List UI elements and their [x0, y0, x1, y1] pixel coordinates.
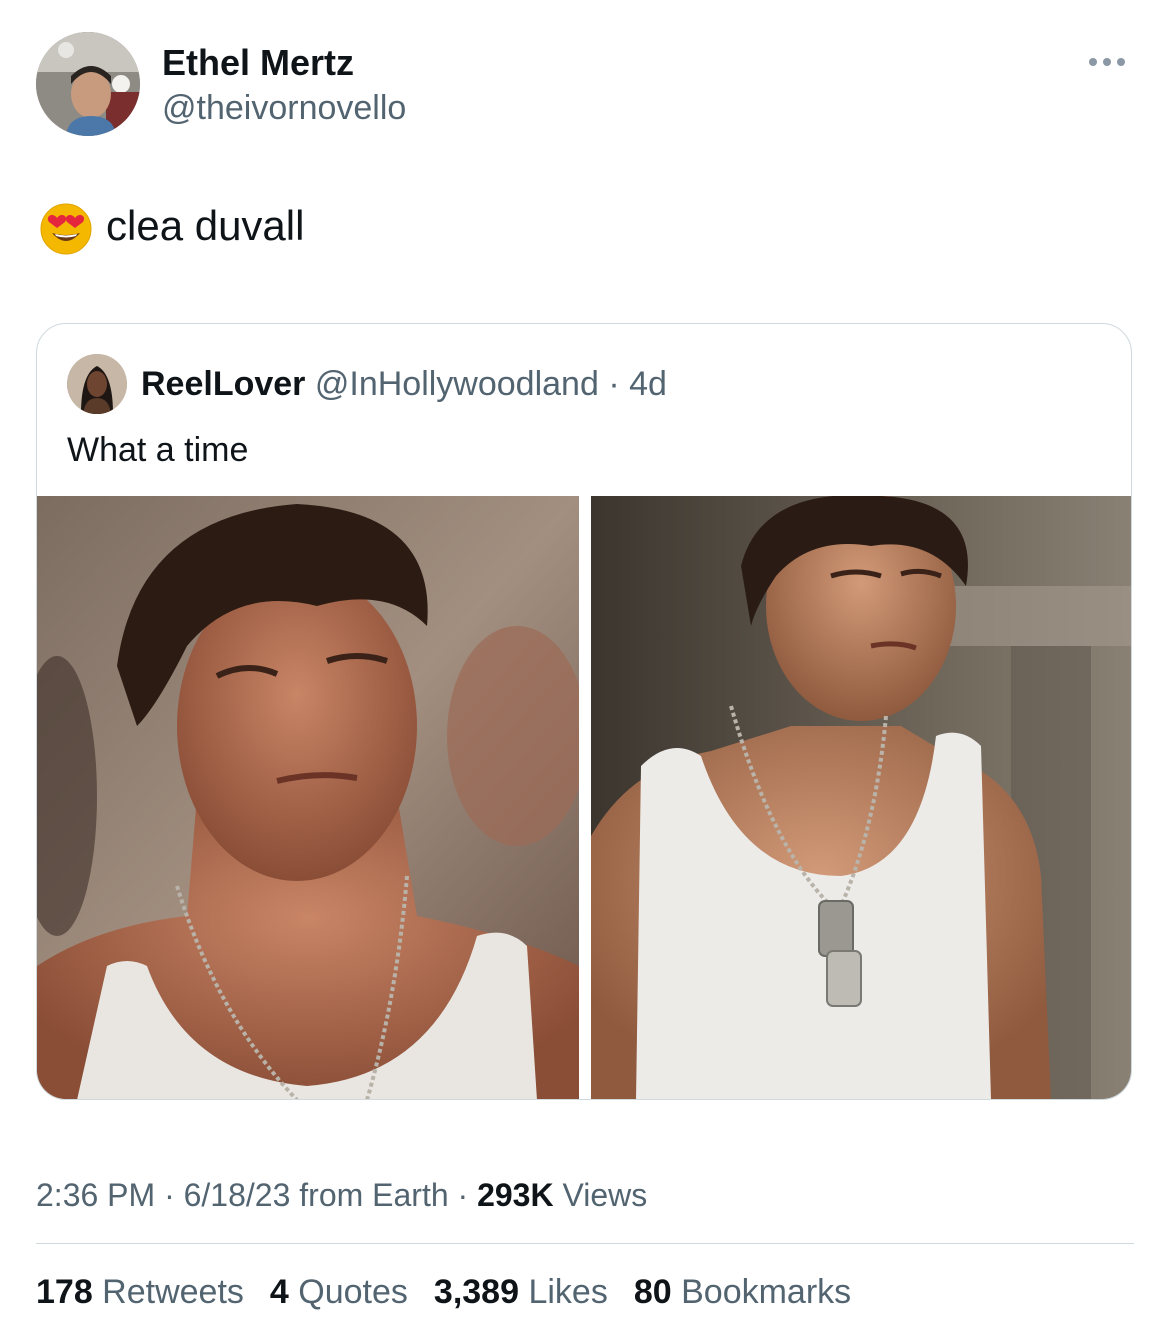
tweet-meta: 2:36 PM · 6/18/23 from Earth · 293K View… — [36, 1176, 647, 1214]
retweets-count: 178 — [36, 1273, 93, 1311]
more-dot — [1117, 58, 1125, 66]
divider — [36, 1243, 1134, 1244]
author-avatar[interactable] — [36, 32, 140, 136]
quotes-label: Quotes — [288, 1273, 408, 1311]
meta-separator: · — [155, 1177, 184, 1213]
quoted-author-name[interactable]: ReelLover — [141, 365, 305, 403]
quoted-tweet-age[interactable]: 4d — [629, 365, 667, 403]
views-label: Views — [553, 1177, 648, 1213]
likes-count: 3,389 — [433, 1273, 520, 1311]
photo-image — [591, 496, 1131, 1099]
tweet-text: clea duvall — [106, 202, 305, 249]
author-handle[interactable]: @theivornovello — [162, 88, 406, 128]
likes-stat[interactable]: 3,389 Likes — [434, 1272, 608, 1312]
retweets-label: Retweets — [92, 1273, 244, 1311]
quoted-tweet-photo-1[interactable] — [37, 496, 579, 1099]
heart-eyes-emoji-icon — [40, 203, 92, 255]
quotes-count: 4 — [269, 1273, 289, 1311]
user-avatar-photo — [36, 32, 140, 136]
quoted-tweet-card[interactable]: ReelLover @InHollywoodland · 4d What a t… — [36, 323, 1132, 1100]
bookmarks-label: Bookmarks — [671, 1273, 852, 1311]
photo-image — [37, 496, 579, 1099]
more-dot — [1089, 58, 1097, 66]
quoted-tweet-text: What a time — [67, 431, 249, 469]
quoted-author-avatar[interactable] — [67, 354, 127, 414]
quotes-stat[interactable]: 4 Quotes — [270, 1272, 408, 1312]
tweet-time[interactable]: 2:36 PM — [36, 1177, 155, 1213]
more-dot — [1103, 58, 1111, 66]
quoted-tweet-photo-2[interactable] — [591, 496, 1131, 1099]
views-count: 293K — [477, 1177, 554, 1213]
engagement-stats: 178 Retweets 4 Quotes 3,389 Likes 80 Boo… — [36, 1272, 851, 1312]
tweet-date-source[interactable]: 6/18/23 from Earth — [184, 1177, 449, 1213]
more-icon[interactable] — [1084, 52, 1130, 72]
quoted-author-handle[interactable]: @InHollywoodland — [315, 365, 599, 403]
retweets-stat[interactable]: 178 Retweets — [36, 1272, 244, 1312]
bookmarks-count: 80 — [633, 1273, 672, 1311]
likes-label: Likes — [519, 1273, 608, 1311]
meta-separator: · — [448, 1177, 478, 1213]
user-avatar-photo — [67, 354, 127, 414]
quoted-tweet-header: ReelLover @InHollywoodland · 4d — [141, 364, 667, 404]
author-display-name[interactable]: Ethel Mertz — [162, 42, 354, 84]
bookmarks-stat[interactable]: 80 Bookmarks — [634, 1272, 851, 1312]
meta-separator: · — [608, 365, 620, 403]
